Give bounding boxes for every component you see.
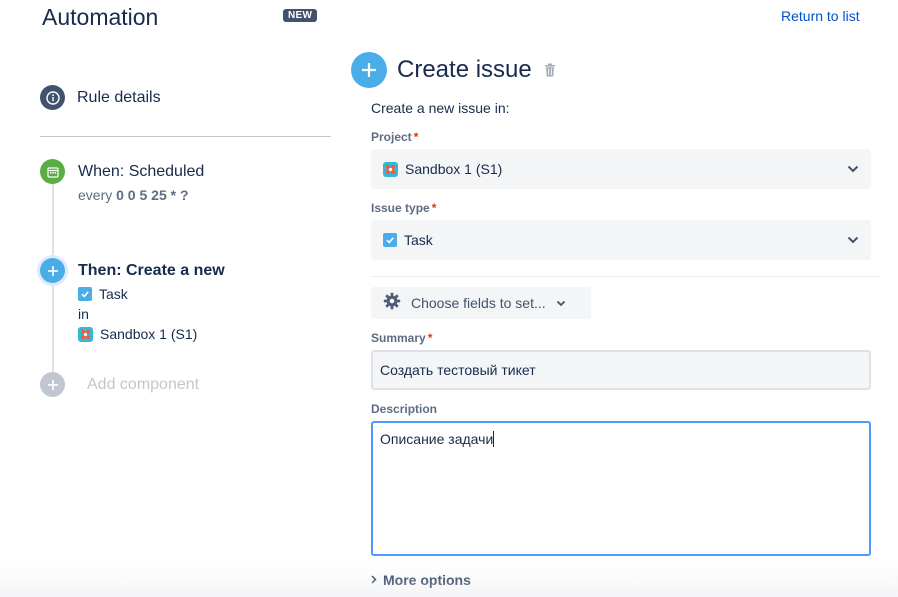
section-divider	[371, 276, 879, 277]
trigger-schedule: every 0 0 5 25 * ?	[78, 187, 204, 203]
action-issue-type: Task	[78, 284, 225, 304]
trash-icon[interactable]	[544, 63, 556, 82]
gear-icon	[383, 292, 401, 315]
plus-icon	[40, 372, 65, 397]
action-title-heading: Create issue	[397, 56, 532, 83]
description-textarea[interactable]: Описание задачи	[371, 421, 871, 556]
choose-fields-button[interactable]: Choose fields to set...	[371, 287, 591, 319]
project-icon	[78, 326, 93, 342]
action-issue-type-label: Task	[99, 286, 128, 302]
project-icon	[383, 161, 398, 177]
summary-label-text: Summary	[371, 331, 426, 345]
task-icon	[383, 233, 397, 247]
create-intro-text: Create a new issue in:	[371, 100, 510, 116]
project-label: Project *	[371, 130, 418, 144]
text-caret	[493, 431, 495, 447]
page-title: Automation	[42, 4, 159, 30]
trigger-title: When: Scheduled	[78, 163, 205, 180]
summary-label: Summary *	[371, 331, 432, 345]
calendar-icon	[40, 159, 65, 184]
info-icon	[40, 85, 65, 110]
issue-type-select-value: Task	[404, 232, 433, 248]
action-project-label: Sandbox 1 (S1)	[100, 326, 198, 342]
chevron-right-icon	[371, 571, 377, 589]
add-component-label: Add component	[87, 375, 200, 393]
action-header: Create issue	[351, 52, 556, 88]
summary-input[interactable]: Создать тестовый тикет	[371, 350, 871, 390]
trigger-step[interactable]: When: Scheduled every 0 0 5 25 * ?	[40, 159, 204, 203]
action-project: Sandbox 1 (S1)	[78, 324, 225, 344]
required-marker: *	[427, 331, 433, 345]
issue-type-select[interactable]: Task	[371, 220, 871, 260]
description-value: Описание задачи	[380, 431, 494, 447]
project-select[interactable]: Sandbox 1 (S1)	[371, 149, 871, 189]
action-title: Then: Create a new	[78, 262, 225, 279]
issue-type-label: Issue type *	[371, 201, 436, 215]
required-marker: *	[413, 130, 419, 144]
project-select-value: Sandbox 1 (S1)	[405, 161, 503, 177]
new-badge: NEW	[283, 9, 318, 22]
plus-icon	[40, 258, 65, 283]
chevron-down-icon	[847, 231, 859, 249]
action-connector: in	[78, 306, 89, 322]
task-icon	[78, 287, 92, 301]
chevron-down-icon	[556, 294, 566, 312]
issue-type-label-text: Issue type	[371, 201, 430, 215]
description-label-text: Description	[371, 402, 438, 416]
plus-icon	[351, 52, 387, 88]
chevron-down-icon	[847, 160, 859, 178]
schedule-prefix: every	[78, 187, 113, 203]
schedule-cron: 0 0 5 25 * ?	[116, 187, 189, 203]
rule-details-label: Rule details	[77, 88, 161, 106]
required-marker: *	[431, 201, 437, 215]
more-options-label: More options	[383, 572, 471, 588]
return-to-list-link[interactable]: Return to list	[781, 8, 860, 24]
action-step[interactable]: Then: Create a new Task in Sandbox 1 (S1…	[40, 258, 225, 344]
sidebar-divider	[40, 136, 331, 137]
choose-fields-label: Choose fields to set...	[411, 295, 546, 311]
more-options-toggle[interactable]: More options	[371, 571, 471, 589]
add-component-step[interactable]: Add component	[40, 372, 199, 397]
description-label: Description	[371, 402, 437, 416]
summary-value: Создать тестовый тикет	[380, 362, 536, 378]
rule-details-item[interactable]: Rule details	[40, 85, 161, 110]
project-label-text: Project	[371, 130, 412, 144]
